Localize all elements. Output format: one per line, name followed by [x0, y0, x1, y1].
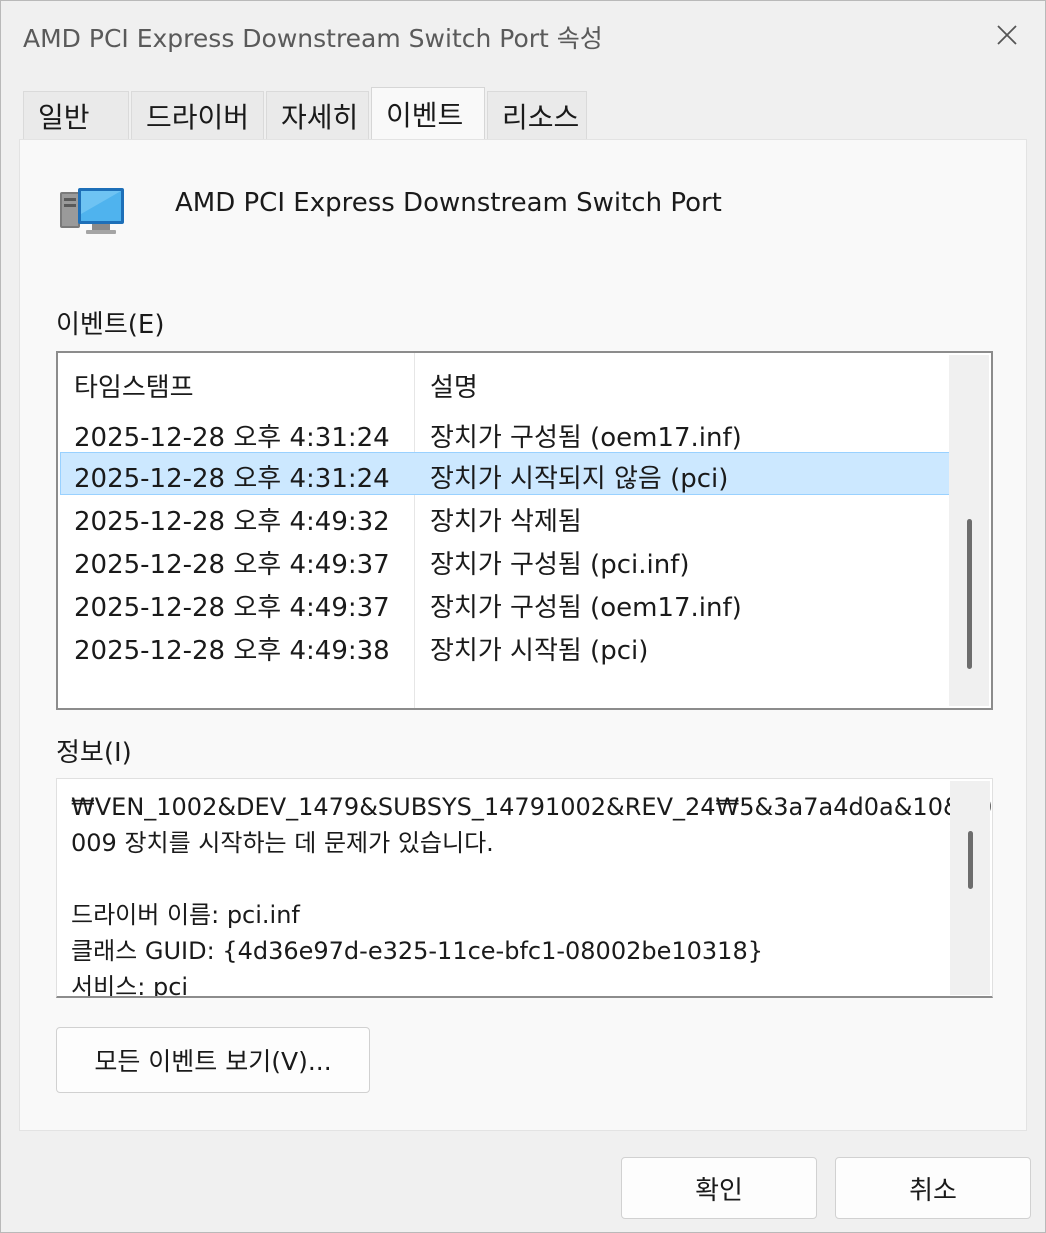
- row-description: 장치가 구성됨 (oem17.inf): [430, 423, 742, 453]
- info-line: [71, 861, 951, 897]
- table-row-selected[interactable]: 2025-12-28 오후 4:31:24 장치가 시작되지 않음 (pci): [60, 452, 950, 495]
- row-description: 장치가 구성됨 (pci.inf): [430, 550, 690, 580]
- row-description: 장치가 구성됨 (oem17.inf): [430, 593, 742, 623]
- table-row[interactable]: 2025-12-28 오후 4:31:24 장치가 구성됨 (oem17.inf…: [60, 411, 950, 454]
- events-table[interactable]: 타임스탬프 설명 2025-12-28 오후 4:31:24 장치가 구성됨 (…: [56, 351, 993, 710]
- info-text: ₩VEN_1002&DEV_1479&SUBSYS_14791002&REV_2…: [71, 789, 993, 998]
- network-adapter-icon: [60, 188, 124, 234]
- close-button[interactable]: [987, 15, 1027, 55]
- column-header-description[interactable]: 설명: [430, 367, 478, 404]
- row-timestamp: 2025-12-28 오후 4:31:24: [74, 423, 390, 453]
- row-timestamp: 2025-12-28 오후 4:49:38: [74, 636, 390, 666]
- row-timestamp: 2025-12-28 오후 4:31:24: [74, 464, 390, 494]
- events-label: 이벤트(E): [56, 310, 165, 340]
- events-tab-panel: AMD PCI Express Downstream Switch Port 이…: [19, 139, 1027, 1131]
- row-description: 장치가 시작됨 (pci): [430, 636, 649, 666]
- ok-button[interactable]: 확인: [621, 1157, 817, 1219]
- info-line: 서비스: pci: [71, 973, 189, 998]
- info-line: 009 장치를 시작하는 데 문제가 있습니다.: [71, 829, 494, 857]
- table-row[interactable]: 2025-12-28 오후 4:49:37 장치가 구성됨 (oem17.inf…: [60, 581, 950, 624]
- close-icon: [997, 25, 1017, 45]
- view-all-events-button[interactable]: 모든 이벤트 보기(V)...: [56, 1027, 370, 1093]
- cancel-button[interactable]: 취소: [835, 1157, 1031, 1219]
- events-scrollbar-thumb[interactable]: [967, 519, 972, 669]
- row-timestamp: 2025-12-28 오후 4:49:32: [74, 507, 390, 537]
- tab-events[interactable]: 이벤트: [371, 87, 485, 139]
- tab-general[interactable]: 일반: [23, 91, 129, 139]
- tab-driver[interactable]: 드라이버: [131, 91, 264, 139]
- table-row[interactable]: 2025-12-28 오후 4:49:37 장치가 구성됨 (pci.inf): [60, 538, 950, 581]
- row-timestamp: 2025-12-28 오후 4:49:37: [74, 593, 390, 623]
- info-label: 정보(I): [56, 738, 132, 768]
- column-header-timestamp[interactable]: 타임스탬프: [74, 367, 194, 404]
- row-description: 장치가 삭제됨: [430, 507, 582, 537]
- row-description: 장치가 시작되지 않음 (pci): [430, 464, 729, 494]
- table-header: 타임스탬프 설명: [58, 353, 948, 411]
- properties-dialog: AMD PCI Express Downstream Switch Port 속…: [0, 0, 1046, 1233]
- title-bar: AMD PCI Express Downstream Switch Port 속…: [1, 1, 1045, 75]
- info-textbox[interactable]: ₩VEN_1002&DEV_1479&SUBSYS_14791002&REV_2…: [56, 778, 993, 998]
- tab-resources[interactable]: 리소스: [487, 91, 587, 139]
- info-line: 클래스 GUID: {4d36e97d-e325-11ce-bfc1-08002…: [71, 937, 763, 965]
- tab-strip: 일반 드라이버 자세히 이벤트 리소스: [23, 87, 589, 139]
- info-scrollbar-thumb[interactable]: [968, 831, 973, 889]
- info-line: 드라이버 이름: pci.inf: [71, 901, 300, 929]
- tab-details[interactable]: 자세히: [266, 91, 369, 139]
- table-row[interactable]: 2025-12-28 오후 4:49:38 장치가 시작됨 (pci): [60, 624, 950, 667]
- info-line: ₩VEN_1002&DEV_1479&SUBSYS_14791002&REV_2…: [71, 793, 993, 821]
- device-name: AMD PCI Express Downstream Switch Port: [175, 188, 722, 218]
- row-timestamp: 2025-12-28 오후 4:49:37: [74, 550, 390, 580]
- window-title: AMD PCI Express Downstream Switch Port 속…: [23, 24, 603, 53]
- info-scrollbar[interactable]: [950, 781, 990, 995]
- table-row[interactable]: 2025-12-28 오후 4:49:32 장치가 삭제됨: [60, 495, 950, 538]
- events-scrollbar[interactable]: [949, 355, 989, 706]
